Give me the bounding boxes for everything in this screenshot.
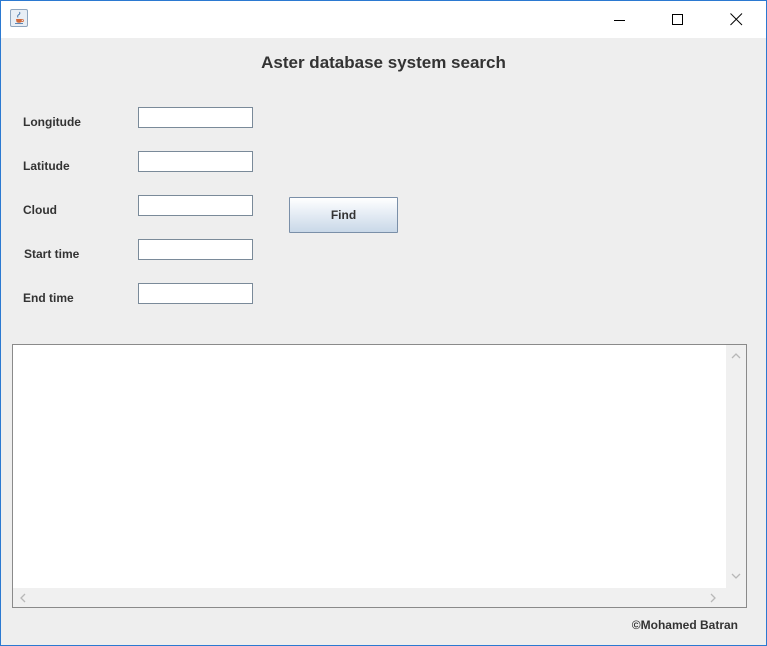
cloud-label: Cloud xyxy=(23,203,57,217)
find-button[interactable]: Find xyxy=(289,197,398,233)
title-bar[interactable] xyxy=(1,1,766,38)
maximize-icon xyxy=(672,13,683,25)
vertical-scrollbar[interactable] xyxy=(726,345,746,588)
maximize-button[interactable] xyxy=(649,1,707,38)
close-button[interactable] xyxy=(707,1,765,38)
end-time-label: End time xyxy=(23,291,74,305)
end-time-input[interactable] xyxy=(138,283,253,304)
longitude-label: Longitude xyxy=(23,115,81,129)
longitude-input[interactable] xyxy=(138,107,253,128)
horizontal-scrollbar[interactable] xyxy=(13,588,726,607)
results-scroll-pane[interactable] xyxy=(12,344,747,608)
latitude-input[interactable] xyxy=(138,151,253,172)
copyright-text: ©Mohamed Batran xyxy=(631,618,738,632)
close-icon xyxy=(729,13,742,26)
page-title: Aster database system search xyxy=(261,53,506,72)
minimize-icon xyxy=(614,19,625,21)
cloud-input[interactable] xyxy=(138,195,253,216)
scroll-down-icon[interactable] xyxy=(731,573,741,580)
scroll-corner xyxy=(726,588,746,607)
java-app-icon[interactable] xyxy=(10,9,28,27)
minimize-button[interactable] xyxy=(591,1,649,38)
latitude-label: Latitude xyxy=(23,159,70,173)
app-window: Aster database system search Longitude L… xyxy=(0,0,767,646)
scroll-up-icon[interactable] xyxy=(731,352,741,359)
scroll-right-icon[interactable] xyxy=(710,593,717,603)
start-time-input[interactable] xyxy=(138,239,253,260)
results-textarea[interactable] xyxy=(14,346,726,588)
start-time-label: Start time xyxy=(24,247,80,261)
scroll-left-icon[interactable] xyxy=(19,593,26,603)
